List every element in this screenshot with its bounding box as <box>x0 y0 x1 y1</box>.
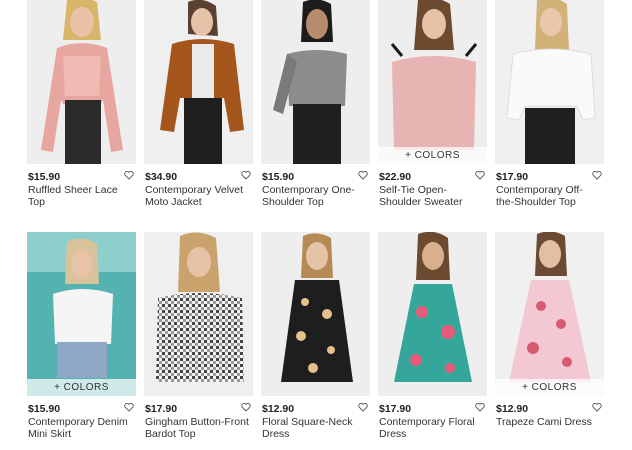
product-photo <box>144 232 253 396</box>
product-grid: $15.90 Ruffled Sheer Lace Top $34.90 Con… <box>0 0 632 450</box>
product-image[interactable] <box>144 0 253 164</box>
product-card[interactable]: $17.90 Gingham Button-Front Bardot Top <box>144 232 253 440</box>
product-photo <box>144 0 253 164</box>
product-image[interactable]: + COLORS <box>27 232 136 396</box>
product-price: $22.90 <box>379 171 412 183</box>
product-card[interactable]: $17.90 Contemporary Floral Dress <box>378 232 487 440</box>
product-name[interactable]: Gingham Button-Front Bardot Top <box>145 416 249 440</box>
product-card[interactable]: $15.90 Ruffled Sheer Lace Top <box>27 0 136 208</box>
product-image[interactable] <box>27 0 136 164</box>
product-card[interactable]: $15.90 Contemporary One-Shoulder Top <box>261 0 370 208</box>
product-card[interactable]: $17.90 Contemporary Off-the-Shoulder Top <box>495 0 604 208</box>
product-photo <box>378 0 487 164</box>
heart-icon[interactable] <box>475 170 485 180</box>
more-colors-badge[interactable]: + COLORS <box>378 147 487 164</box>
product-name[interactable]: Ruffled Sheer Lace Top <box>28 184 132 208</box>
product-image[interactable] <box>378 232 487 396</box>
heart-icon[interactable] <box>241 170 251 180</box>
product-price: $15.90 <box>28 403 61 415</box>
product-image[interactable] <box>144 232 253 396</box>
product-card[interactable]: + COLORS $15.90 Contemporary Denim Mini … <box>27 232 136 440</box>
heart-icon[interactable] <box>592 402 602 412</box>
product-photo <box>261 0 370 164</box>
heart-icon[interactable] <box>124 402 134 412</box>
product-name[interactable]: Contemporary One-Shoulder Top <box>262 184 366 208</box>
product-price: $15.90 <box>28 171 61 183</box>
product-card[interactable]: $34.90 Contemporary Velvet Moto Jacket <box>144 0 253 208</box>
heart-icon[interactable] <box>124 170 134 180</box>
product-image[interactable]: + COLORS <box>495 232 604 396</box>
heart-icon[interactable] <box>241 402 251 412</box>
product-photo <box>495 0 604 164</box>
product-price: $17.90 <box>145 403 178 415</box>
more-colors-badge[interactable]: + COLORS <box>27 379 136 396</box>
product-price: $17.90 <box>496 171 529 183</box>
product-price: $12.90 <box>496 403 529 415</box>
product-name[interactable]: Contemporary Velvet Moto Jacket <box>145 184 249 208</box>
heart-icon[interactable] <box>358 402 368 412</box>
product-name[interactable]: Contemporary Off-the-Shoulder Top <box>496 184 600 208</box>
product-name[interactable]: Self-Tie Open-Shoulder Sweater <box>379 184 483 208</box>
product-photo <box>27 0 136 164</box>
product-card[interactable]: + COLORS $12.90 Trapeze Cami Dress <box>495 232 604 428</box>
product-name[interactable]: Trapeze Cami Dress <box>496 416 600 428</box>
product-photo <box>495 232 604 396</box>
heart-icon[interactable] <box>358 170 368 180</box>
product-name[interactable]: Contemporary Floral Dress <box>379 416 483 440</box>
product-card[interactable]: $12.90 Floral Square-Neck Dress <box>261 232 370 440</box>
product-photo <box>378 232 487 396</box>
product-image[interactable] <box>261 0 370 164</box>
more-colors-badge[interactable]: + COLORS <box>495 379 604 396</box>
product-image[interactable] <box>495 0 604 164</box>
product-photo <box>261 232 370 396</box>
product-price: $12.90 <box>262 403 295 415</box>
heart-icon[interactable] <box>592 170 602 180</box>
heart-icon[interactable] <box>475 402 485 412</box>
product-price: $17.90 <box>379 403 412 415</box>
product-price: $15.90 <box>262 171 295 183</box>
product-name[interactable]: Floral Square-Neck Dress <box>262 416 366 440</box>
product-card[interactable]: + COLORS $22.90 Self-Tie Open-Shoulder S… <box>378 0 487 208</box>
product-photo <box>27 232 136 396</box>
product-name[interactable]: Contemporary Denim Mini Skirt <box>28 416 132 440</box>
product-image[interactable]: + COLORS <box>378 0 487 164</box>
product-price: $34.90 <box>145 171 178 183</box>
product-image[interactable] <box>261 232 370 396</box>
